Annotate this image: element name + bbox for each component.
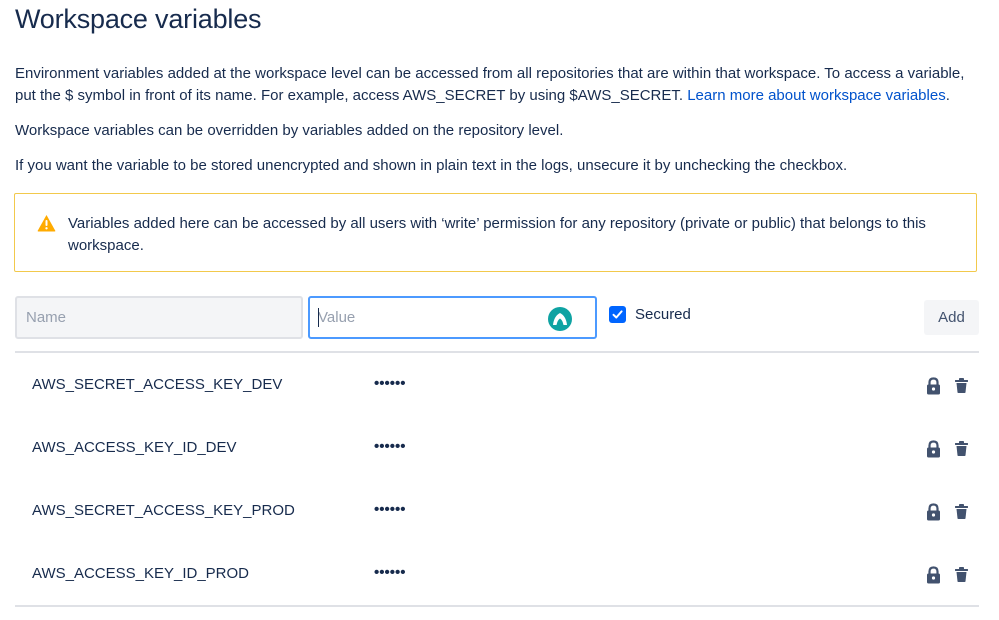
variable-value: •••••• [374, 501, 406, 518]
name-input[interactable] [15, 296, 303, 339]
table-row: AWS_ACCESS_KEY_ID_DEV •••••• [15, 416, 979, 479]
variable-name: AWS_SECRET_ACCESS_KEY_DEV [32, 376, 283, 393]
password-manager-icon[interactable] [548, 307, 572, 331]
table-row: AWS_ACCESS_KEY_ID_PROD •••••• [15, 542, 979, 605]
secured-checkbox[interactable] [609, 306, 626, 323]
trash-icon[interactable] [955, 378, 968, 393]
table-row: AWS_SECRET_ACCESS_KEY_DEV •••••• [15, 353, 979, 416]
variables-table: AWS_SECRET_ACCESS_KEY_DEV •••••• AWS_ACC… [15, 351, 979, 607]
secured-checkbox-group[interactable]: Secured [609, 306, 691, 323]
unencrypted-paragraph: If you want the variable to be stored un… [15, 157, 848, 174]
intro-paragraph: Environment variables added at the works… [15, 63, 979, 107]
variable-value: •••••• [374, 438, 406, 455]
variable-name: AWS_ACCESS_KEY_ID_PROD [32, 565, 250, 582]
value-input[interactable] [310, 298, 556, 337]
checkmark-icon [612, 310, 623, 319]
lock-icon[interactable] [926, 566, 941, 584]
lock-icon[interactable] [926, 503, 941, 521]
text-cursor [318, 308, 319, 327]
override-paragraph: Workspace variables can be overridden by… [15, 122, 564, 139]
trash-icon[interactable] [955, 441, 968, 456]
warning-triangle-icon [37, 215, 56, 232]
trash-icon[interactable] [955, 504, 968, 519]
trash-icon[interactable] [955, 567, 968, 582]
intro-suffix: . [945, 87, 950, 104]
variable-value: •••••• [374, 564, 406, 581]
value-field[interactable] [308, 296, 597, 339]
secured-label: Secured [635, 306, 691, 323]
learn-more-link[interactable]: Learn more about workspace variables [687, 87, 945, 104]
table-row: AWS_SECRET_ACCESS_KEY_PROD •••••• [15, 479, 979, 542]
variable-name: AWS_ACCESS_KEY_ID_DEV [32, 439, 237, 456]
variable-value: •••••• [374, 375, 406, 392]
variable-name: AWS_SECRET_ACCESS_KEY_PROD [32, 502, 295, 519]
warning-text: Variables added here can be accessed by … [68, 215, 926, 254]
lock-icon[interactable] [926, 440, 941, 458]
warning-banner: Variables added here can be accessed by … [14, 193, 977, 272]
lock-icon[interactable] [926, 377, 941, 395]
page-title: Workspace variables [15, 4, 262, 34]
add-button[interactable]: Add [924, 300, 979, 335]
